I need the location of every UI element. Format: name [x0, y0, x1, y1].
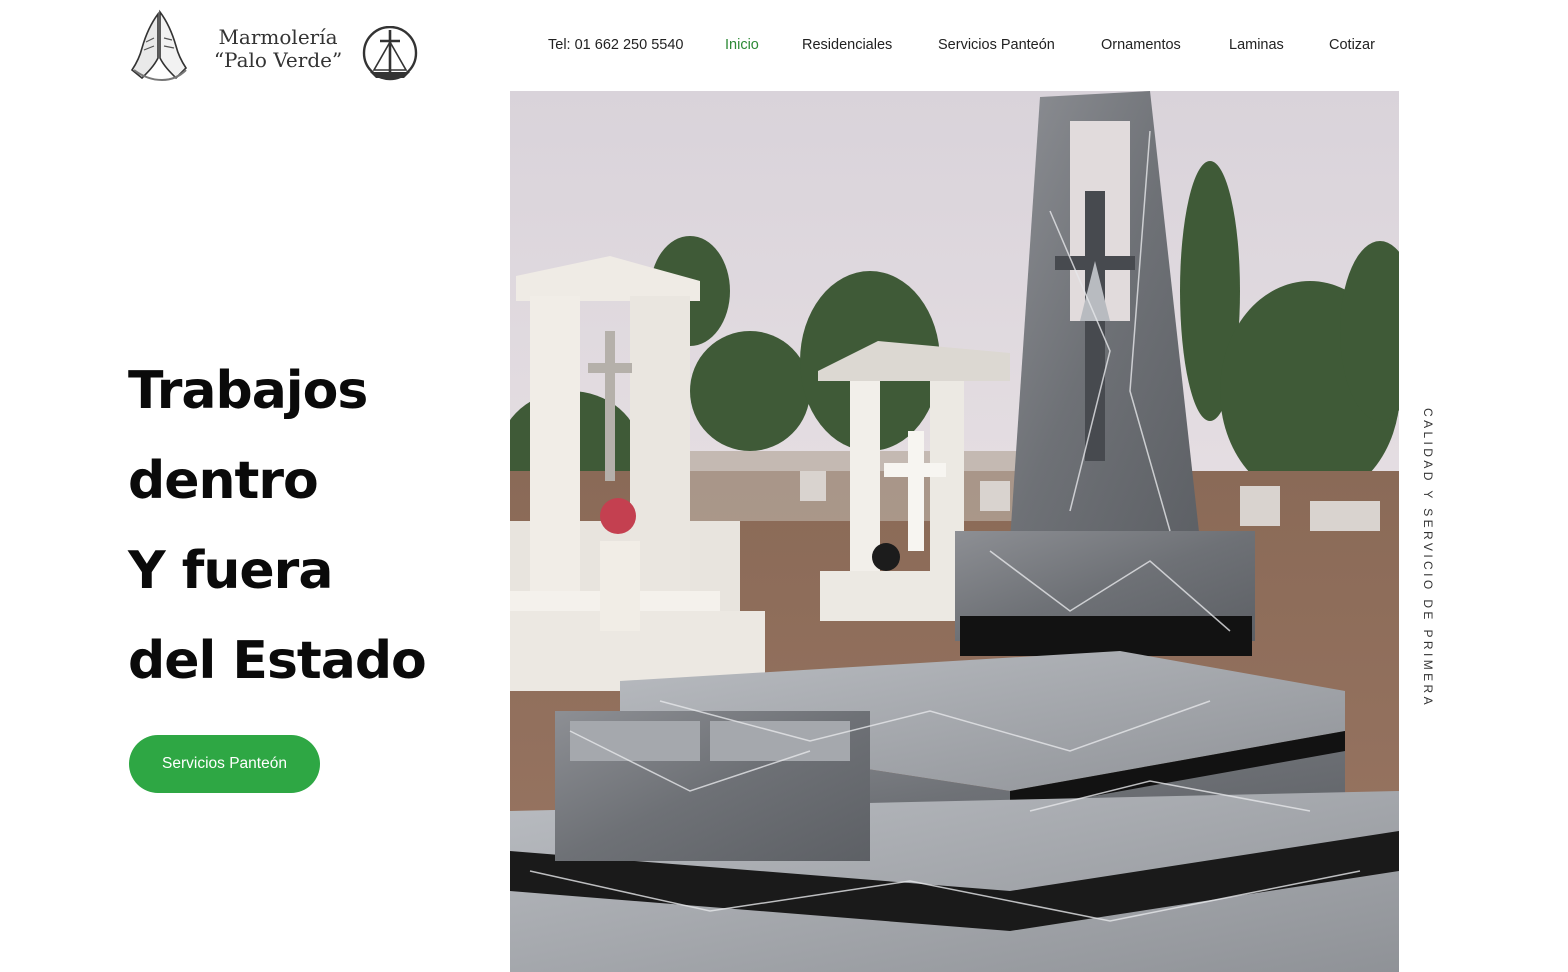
logo-line-2: “Palo Verde” [213, 48, 343, 72]
phone-link[interactable]: Tel: 01 662 250 5540 [548, 37, 683, 53]
hero-image [510, 91, 1399, 972]
nav-item-inicio[interactable]: Inicio [725, 37, 759, 53]
servicios-panteon-button[interactable]: Servicios Panteón [129, 735, 320, 793]
logo-line-1: Marmolería [218, 25, 338, 49]
cross-ship-emblem-icon [362, 26, 418, 81]
nav-item-servicios-panteon[interactable]: Servicios Panteón [938, 37, 1055, 53]
hero-title-line-2: dentro [128, 451, 319, 511]
nav-item-ornamentos[interactable]: Ornamentos [1101, 37, 1181, 53]
nav-item-residenciales[interactable]: Residenciales [802, 37, 892, 53]
logo-text: Marmolería “Palo Verde” [208, 26, 348, 72]
vertical-caption: CALIDAD Y SERVICIO DE PRIMERA [1421, 408, 1435, 708]
cemetery-monument-photo [510, 91, 1399, 972]
site-logo[interactable]: Marmolería “Palo Verde” [128, 8, 420, 84]
nav-item-laminas[interactable]: Laminas [1229, 37, 1284, 53]
hero-title-line-1: Trabajos [128, 361, 368, 421]
hero-title: Trabajos dentro Y fuera del Estado [128, 346, 488, 706]
nav-item-cotizar[interactable]: Cotizar [1329, 37, 1375, 53]
hero-title-line-4: del Estado [128, 631, 427, 691]
praying-hands-icon [130, 9, 188, 82]
hero-title-line-3: Y fuera [128, 541, 333, 601]
